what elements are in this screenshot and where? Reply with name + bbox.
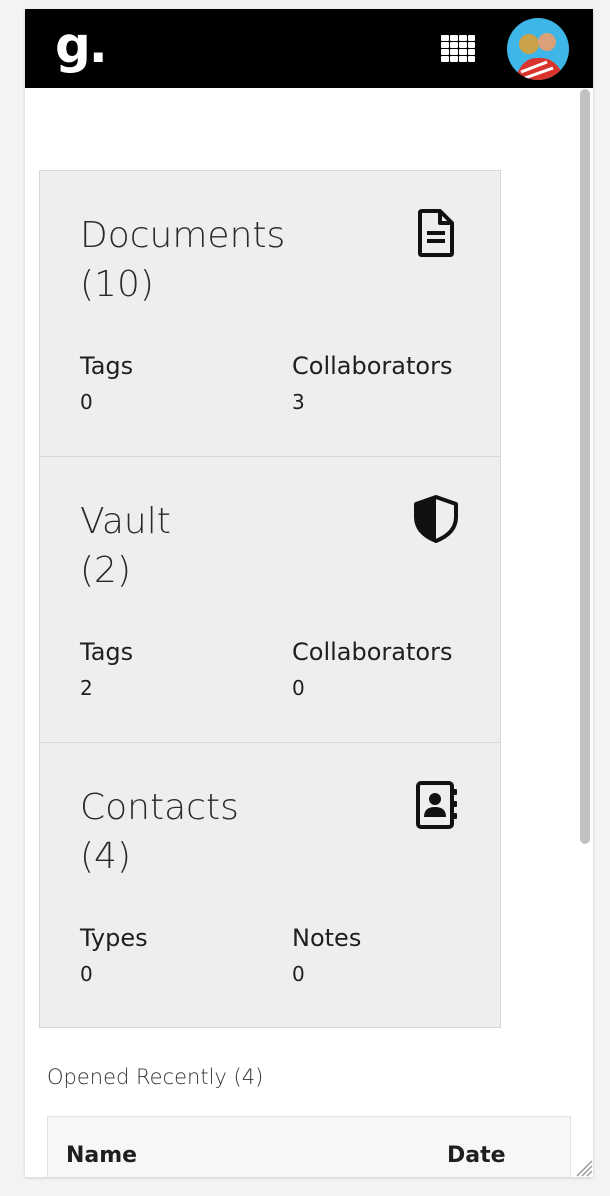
card-count: (2) (80, 550, 131, 591)
address-book-icon (416, 781, 457, 829)
card-title-text: Documents (80, 215, 286, 256)
stat-value: 0 (292, 962, 305, 986)
card-title-text: Vault (80, 501, 171, 542)
card-title: Vault (2) (80, 497, 310, 595)
stat-value: 0 (80, 962, 93, 986)
card-count: (4) (80, 836, 131, 877)
app-logo[interactable]: g. (55, 17, 108, 73)
stat-label: Tags (80, 638, 134, 666)
stat-label: Notes (292, 924, 362, 952)
avatar-image (507, 18, 569, 80)
user-avatar[interactable] (507, 18, 569, 80)
stat-value: 3 (292, 390, 305, 414)
stat-value: 2 (80, 676, 93, 700)
document-icon (418, 209, 454, 257)
column-header-date[interactable]: Date (447, 1143, 506, 1168)
recent-table-header: Name Date (47, 1116, 571, 1177)
scrollbar-thumb[interactable] (580, 89, 590, 844)
recent-section-title: Opened Recently (4) (47, 1065, 264, 1089)
card-title: Contacts (4) (80, 783, 310, 881)
stat-value: 0 (80, 390, 93, 414)
contacts-card[interactable]: Contacts (4) Types 0 Notes 0 (40, 743, 500, 1027)
documents-card[interactable]: Documents (10) Tags 0 Collaborators 3 (40, 171, 500, 457)
stat-value: 0 (292, 676, 305, 700)
app-window: g. Documents (10) Tags 0 Collaborators 3… (25, 9, 593, 1177)
column-header-name[interactable]: Name (66, 1143, 137, 1168)
grid-icon[interactable] (441, 35, 475, 63)
shield-icon (414, 495, 458, 543)
card-title: Documents (10) (80, 211, 310, 309)
card-title-text: Contacts (80, 787, 239, 828)
stat-label: Collaborators (292, 352, 453, 380)
stat-label: Collaborators (292, 638, 453, 666)
card-count: (10) (80, 264, 154, 305)
stat-label: Types (80, 924, 148, 952)
stat-label: Tags (80, 352, 134, 380)
summary-cards: Documents (10) Tags 0 Collaborators 3 Va… (39, 170, 501, 1028)
resize-grip-icon[interactable] (573, 1157, 593, 1177)
vault-card[interactable]: Vault (2) Tags 2 Collaborators 0 (40, 457, 500, 743)
top-navigation-bar: g. (25, 9, 593, 88)
